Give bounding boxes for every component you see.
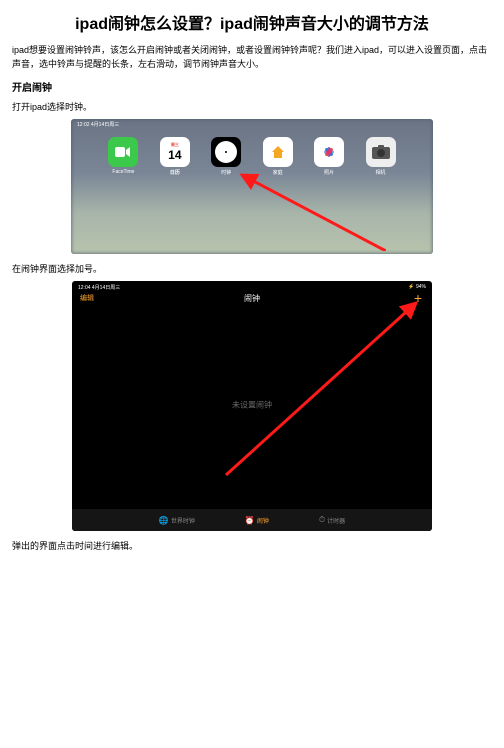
calendar-day: 14: [168, 148, 181, 162]
tab-alarm[interactable]: ⏰ 闹钟: [245, 516, 269, 525]
statusbar-time: 12:02 4月14日周三: [77, 121, 119, 128]
tab-world-clock[interactable]: 🌐 世界时钟: [159, 516, 195, 525]
tab-timer[interactable]: ⏱ 计时器: [319, 515, 345, 525]
app-calendar-label: 日历: [170, 169, 180, 176]
app-home-icon[interactable]: 家庭: [263, 137, 293, 167]
edit-button[interactable]: 编辑: [80, 293, 94, 303]
article-title: ipad闹钟怎么设置？ipad闹钟声音大小的调节方法: [12, 10, 492, 34]
app-calendar-icon[interactable]: 周三 14 日历: [160, 137, 190, 167]
tab-alarm-label: 闹钟: [257, 516, 269, 525]
app-photos-label: 照片: [324, 169, 334, 176]
app-clock-label: 时钟: [221, 169, 231, 176]
alarm-icon: ⏰: [245, 516, 255, 525]
timer-icon: ⏱: [319, 515, 325, 525]
app-camera-label: 相机: [376, 169, 386, 176]
screenshot-alarm-screen: 12:04 4月14日周三 ⚡ 94% 编辑 闹钟 + 未设置闹钟 🌐 世界时钟…: [72, 281, 432, 531]
article-intro: ipad想要设置闹钟铃声，该怎么开启闹钟或者关闭闹钟，或者设置闹钟铃声呢？我们进…: [12, 44, 492, 71]
section-heading-open-alarm: 开启闹钟: [12, 79, 492, 94]
app-home-label: 家庭: [273, 169, 283, 176]
tab-timer-label: 计时器: [327, 516, 345, 525]
step-3-text: 弹出的界面点击时间进行编辑。: [12, 539, 492, 552]
screenshot-ipad-home: 12:02 4月14日周三 FaceTime 周三 14 日历 时钟 家庭: [71, 119, 433, 254]
app-facetime-label: FaceTime: [112, 169, 134, 175]
nav-title-alarm: 闹钟: [244, 293, 260, 304]
step-1-text: 打开ipad选择时钟。: [12, 100, 492, 113]
statusbar-time-2: 12:04 4月14日周三: [78, 284, 120, 291]
app-camera-icon[interactable]: 相机: [366, 137, 396, 167]
app-facetime-icon[interactable]: FaceTime: [108, 137, 138, 167]
empty-alarm-text: 未设置闹钟: [232, 399, 272, 410]
add-alarm-button[interactable]: +: [414, 291, 422, 305]
app-photos-icon[interactable]: 照片: [314, 137, 344, 167]
globe-icon: 🌐: [159, 516, 169, 525]
step-2-text: 在闹钟界面选择加号。: [12, 262, 492, 275]
app-clock-icon[interactable]: 时钟: [211, 137, 241, 167]
blank-area: [12, 558, 492, 738]
annotation-arrow-icon: [206, 295, 426, 485]
tab-world-label: 世界时钟: [171, 516, 195, 525]
